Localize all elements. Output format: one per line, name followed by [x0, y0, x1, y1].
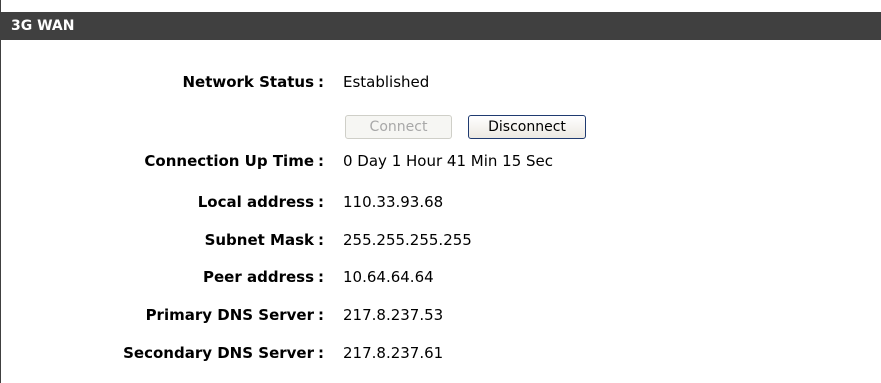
subnet-mask-value: 255.255.255.255 [343, 231, 472, 249]
primary-dns-value: 217.8.237.53 [343, 306, 444, 324]
section-title: 3G WAN [1, 12, 881, 40]
secondary-dns-value: 217.8.237.61 [343, 344, 444, 362]
status-row-peer-address: Peer address : 10.64.64.64 [1, 265, 881, 289]
status-row-primary-dns: Primary DNS Server : 217.8.237.53 [1, 303, 881, 327]
network-status-value: Established [343, 73, 430, 91]
status-row-subnet-mask: Subnet Mask : 255.255.255.255 [1, 228, 881, 252]
local-address-label: Local address [197, 193, 314, 211]
status-row-secondary-dns: Secondary DNS Server : 217.8.237.61 [1, 341, 881, 365]
local-address-value: 110.33.93.68 [343, 193, 444, 211]
connection-up-time-label: Connection Up Time [144, 152, 314, 170]
connect-button[interactable]: Connect [345, 115, 452, 139]
separator: : [318, 193, 324, 211]
disconnect-button[interactable]: Disconnect [468, 115, 586, 139]
network-status-label: Network Status [182, 73, 314, 91]
separator: : [318, 152, 324, 170]
status-row-connection-up-time: Connection Up Time : 0 Day 1 Hour 41 Min… [1, 149, 881, 173]
separator: : [318, 73, 324, 91]
status-row-local-address: Local address : 110.33.93.68 [1, 190, 881, 214]
status-row-network-status: Network Status : Established [1, 70, 881, 94]
secondary-dns-label: Secondary DNS Server [123, 344, 314, 362]
separator: : [318, 344, 324, 362]
separator: : [318, 306, 324, 324]
connection-buttons-row: Connect Disconnect [1, 115, 881, 139]
peer-address-label: Peer address [203, 268, 314, 286]
separator: : [318, 231, 324, 249]
wan-status-panel: 3G WAN Network Status : Established Conn… [0, 0, 881, 383]
peer-address-value: 10.64.64.64 [343, 268, 434, 286]
subnet-mask-label: Subnet Mask [204, 231, 314, 249]
primary-dns-label: Primary DNS Server [145, 306, 314, 324]
connection-up-time-value: 0 Day 1 Hour 41 Min 15 Sec [343, 152, 553, 170]
separator: : [318, 268, 324, 286]
